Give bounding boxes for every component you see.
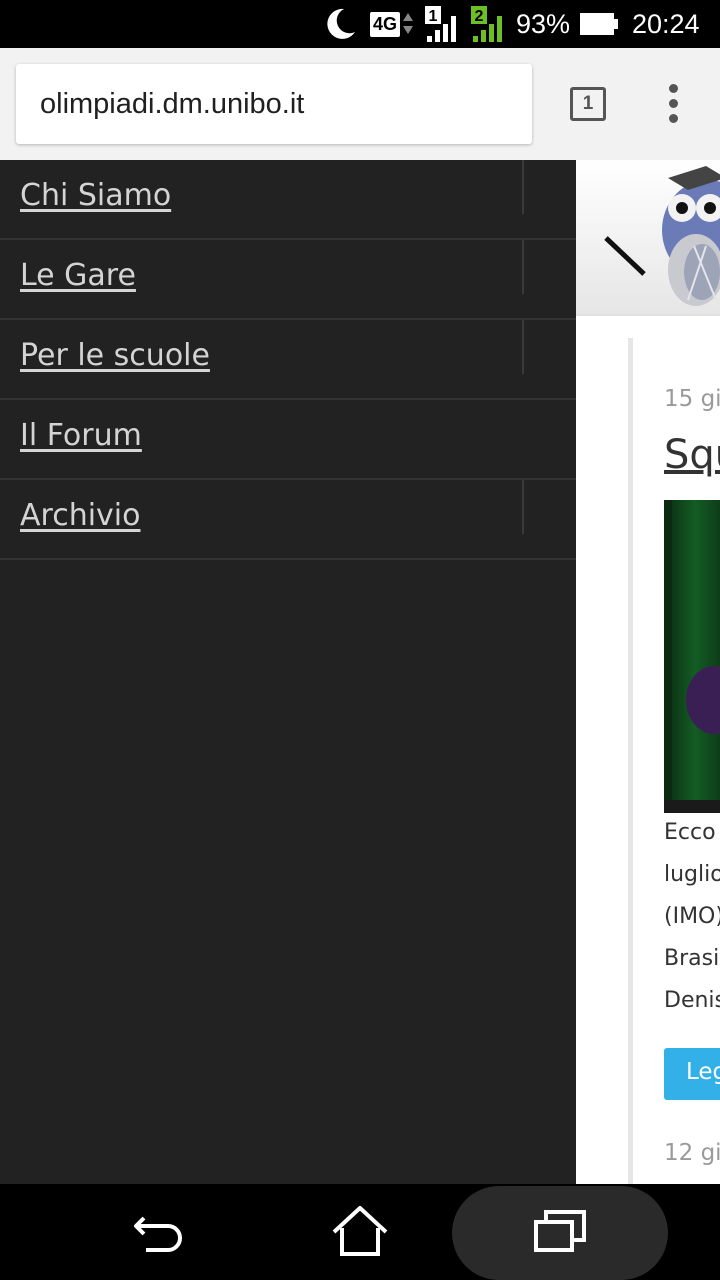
content-divider xyxy=(628,338,633,1184)
post-title-link[interactable]: Squ xyxy=(664,432,720,478)
post-photo[interactable] xyxy=(664,500,720,813)
owl-mascot-icon xyxy=(604,166,720,306)
post-date: 15 giu xyxy=(664,386,720,412)
nav-item-divider xyxy=(522,240,524,294)
clock: 20:24 xyxy=(632,8,700,39)
network-type-badge: 4G xyxy=(370,0,414,48)
nav-drawer: Chi Siamo Le Gare Per le scuole Il Forum… xyxy=(0,160,576,1184)
browser-toolbar: olimpiadi.dm.unibo.it 1 xyxy=(0,48,720,160)
address-bar[interactable]: olimpiadi.dm.unibo.it xyxy=(16,64,532,144)
battery-icon xyxy=(580,0,618,48)
nav-item-archivio[interactable]: Archivio xyxy=(0,480,576,560)
svg-text:1: 1 xyxy=(429,8,438,25)
nav-item-divider xyxy=(522,160,524,214)
nav-link-label[interactable]: Per le scuole xyxy=(20,338,210,373)
main-content: 15 giu Squ Ecco luglio (IMO) Brasil Deni… xyxy=(576,160,720,1184)
post-excerpt-line: Denis xyxy=(664,988,720,1013)
post-excerpt-line: Ecco xyxy=(664,820,716,845)
more-menu-icon[interactable] xyxy=(660,84,688,124)
sim1-signal-icon: 1 xyxy=(424,0,464,48)
post-date: 12 giu xyxy=(664,1140,720,1166)
nav-link-label[interactable]: Chi Siamo xyxy=(20,178,171,213)
status-bar: 4G 1 2 93% 20:24 xyxy=(0,0,720,48)
recents-icon[interactable] xyxy=(520,1184,600,1280)
nav-item-le-gare[interactable]: Le Gare xyxy=(0,240,576,320)
read-more-label: Leg xyxy=(686,1059,720,1085)
back-icon[interactable] xyxy=(120,1184,200,1280)
read-more-button[interactable]: Leg xyxy=(664,1048,720,1100)
nav-item-il-forum[interactable]: Il Forum xyxy=(0,400,576,480)
nav-link-label[interactable]: Le Gare xyxy=(20,258,136,293)
nav-item-divider xyxy=(522,320,524,374)
post-excerpt-line: (IMO) xyxy=(664,904,720,929)
svg-text:2: 2 xyxy=(475,8,484,25)
tab-switcher-icon[interactable]: 1 xyxy=(570,87,606,121)
url-text: olimpiadi.dm.unibo.it xyxy=(40,88,305,120)
home-icon[interactable] xyxy=(320,1184,400,1280)
site-header-image xyxy=(576,160,720,316)
system-nav-bar xyxy=(0,1184,720,1280)
nav-item-divider xyxy=(522,480,524,534)
nav-link-label[interactable]: Archivio xyxy=(20,498,140,533)
sim2-signal-icon: 2 xyxy=(470,0,510,48)
battery-percent: 93% xyxy=(516,8,571,39)
post-excerpt-line: luglio xyxy=(664,862,720,887)
post-excerpt-line: Brasil xyxy=(664,946,720,971)
nav-item-chi-siamo[interactable]: Chi Siamo xyxy=(0,160,576,240)
nav-link-label[interactable]: Il Forum xyxy=(20,418,142,453)
web-page: 15 giu Squ Ecco luglio (IMO) Brasil Deni… xyxy=(0,160,720,1184)
nav-item-per-le-scuole[interactable]: Per le scuole xyxy=(0,320,576,400)
moon-icon xyxy=(322,0,358,48)
